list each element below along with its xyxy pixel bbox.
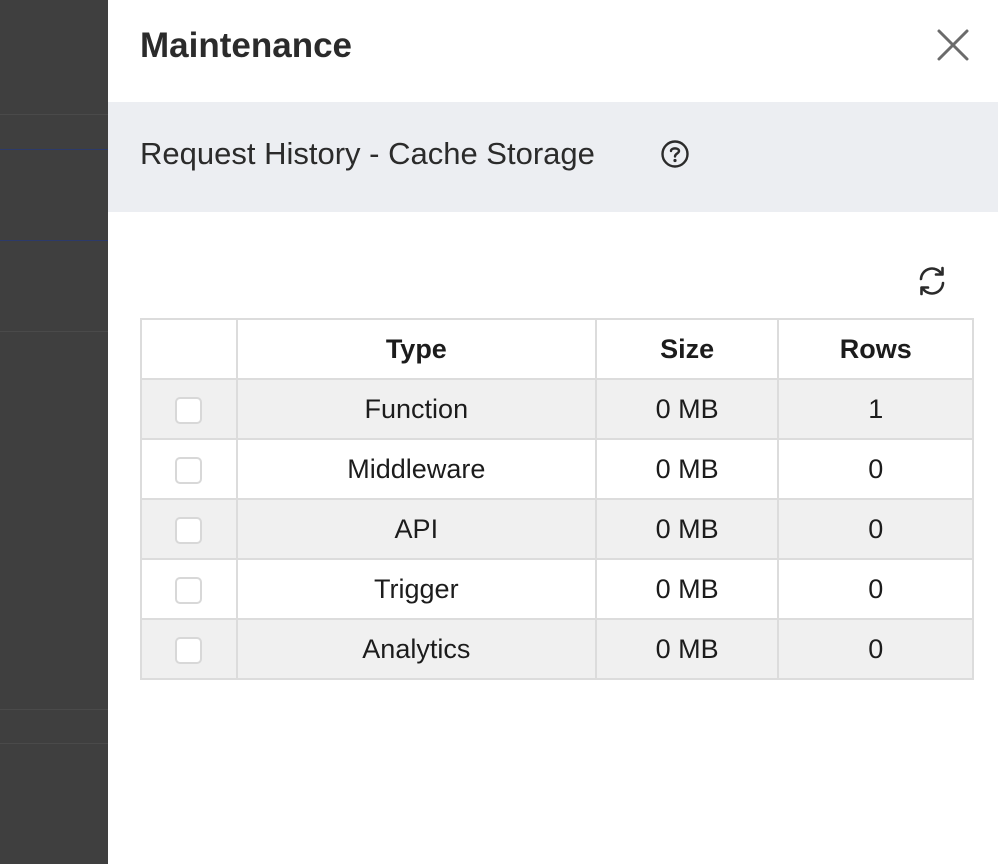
help-button[interactable] (660, 139, 690, 169)
help-circle-icon (661, 140, 689, 168)
size-cell: 0 MB (594, 618, 780, 680)
row-checkbox[interactable] (175, 636, 203, 664)
row-checkbox[interactable] (175, 396, 203, 424)
table-row: API 0 MB 0 (140, 498, 974, 560)
background-divider (0, 743, 108, 744)
table-header-row: Type Size Rows (140, 318, 974, 380)
rows-cell: 0 (777, 438, 974, 500)
table-row: Analytics 0 MB 0 (140, 618, 974, 680)
type-cell: Middleware (235, 438, 597, 500)
row-select-cell (140, 378, 238, 440)
background-divider (0, 149, 108, 150)
size-cell: 0 MB (594, 438, 780, 500)
column-header-type[interactable]: Type (235, 318, 597, 380)
table-row: Trigger 0 MB 0 (140, 558, 974, 620)
size-cell: 0 MB (594, 378, 780, 440)
size-cell: 0 MB (594, 558, 780, 620)
background-divider (0, 331, 108, 332)
background-divider (0, 240, 108, 241)
refresh-button[interactable] (914, 263, 950, 299)
column-header-select (140, 318, 238, 380)
close-icon (937, 29, 969, 61)
maintenance-drawer: Maintenance Request History - Cache Stor… (108, 0, 998, 864)
type-cell: Analytics (235, 618, 597, 680)
column-header-rows[interactable]: Rows (777, 318, 974, 380)
refresh-icon (919, 266, 945, 296)
cache-storage-table: Type Size Rows Function 0 MB 1 Middlewar… (140, 318, 974, 680)
rows-cell: 0 (777, 498, 974, 560)
table-row: Middleware 0 MB 0 (140, 438, 974, 500)
table-row: Function 0 MB 1 (140, 378, 974, 440)
drawer-title: Maintenance (140, 26, 352, 65)
row-checkbox[interactable] (175, 516, 203, 544)
background-divider (0, 114, 108, 115)
row-checkbox[interactable] (175, 456, 203, 484)
rows-cell: 0 (777, 618, 974, 680)
row-select-cell (140, 498, 238, 560)
size-cell: 0 MB (594, 498, 780, 560)
background-app-overlay (0, 0, 108, 864)
row-select-cell (140, 618, 238, 680)
row-select-cell (140, 438, 238, 500)
row-select-cell (140, 558, 238, 620)
rows-cell: 0 (777, 558, 974, 620)
row-checkbox[interactable] (175, 576, 203, 604)
close-button[interactable] (934, 26, 972, 64)
type-cell: API (235, 498, 597, 560)
type-cell: Function (235, 378, 597, 440)
background-divider (0, 709, 108, 710)
rows-cell: 1 (777, 378, 974, 440)
section-header: Request History - Cache Storage (108, 102, 998, 212)
section-title: Request History - Cache Storage (140, 136, 595, 171)
type-cell: Trigger (235, 558, 597, 620)
column-header-size[interactable]: Size (594, 318, 780, 380)
drawer-header: Maintenance (108, 0, 998, 102)
